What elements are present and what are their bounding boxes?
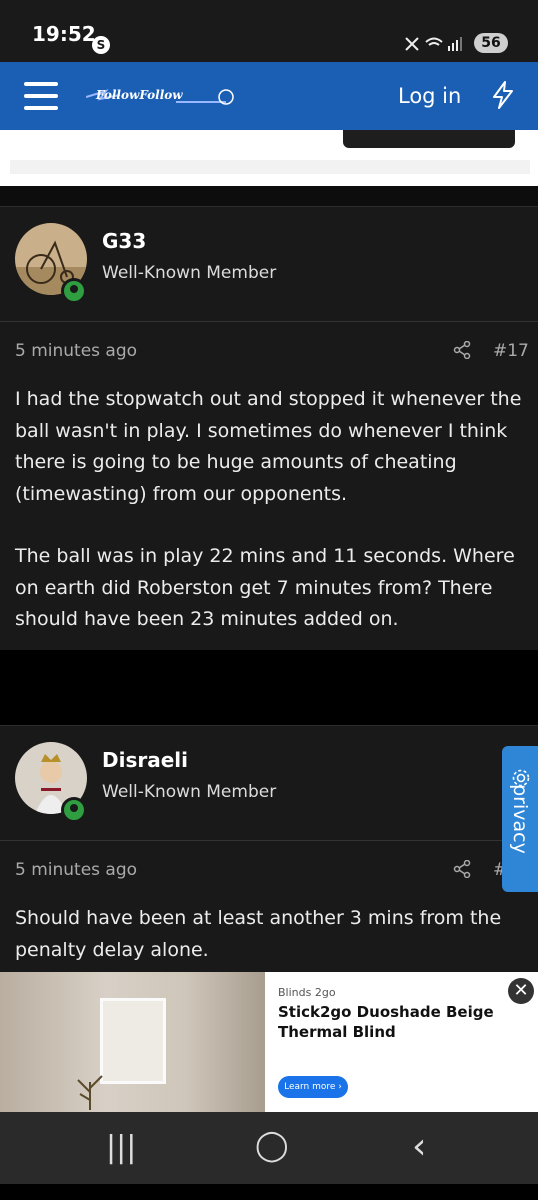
site-header: FollowFollow Log in bbox=[0, 62, 538, 130]
dark-button[interactable] bbox=[343, 130, 515, 148]
post-item: Disraeli Well-Known Member 5 minutes ago… bbox=[0, 725, 538, 977]
username[interactable]: Disraeli bbox=[102, 748, 188, 772]
divider bbox=[0, 186, 538, 206]
ad-title[interactable]: Stick2go Duoshade Beige Thermal Blind bbox=[278, 1002, 528, 1042]
post-item: G33 Well-Known Member 5 minutes ago #17 … bbox=[0, 206, 538, 651]
battery-indicator: 56 bbox=[474, 33, 508, 53]
status-bar: 19:52 S 56 bbox=[0, 0, 538, 62]
online-status-icon bbox=[61, 797, 87, 823]
status-icons bbox=[404, 34, 464, 56]
post-time[interactable]: 5 minutes ago bbox=[15, 860, 137, 880]
status-time: 19:52 bbox=[32, 22, 96, 46]
content-strip bbox=[0, 130, 538, 186]
divider bbox=[0, 650, 538, 725]
advertisement[interactable]: Blinds 2go Stick2go Duoshade Beige Therm… bbox=[0, 972, 538, 1112]
plant-icon bbox=[77, 1075, 103, 1110]
home-icon[interactable]: ◯ bbox=[255, 1128, 289, 1163]
post-paragraph: I had the stopwatch out and stopped it w… bbox=[15, 388, 522, 505]
share-icon[interactable] bbox=[453, 341, 471, 359]
ad-image[interactable] bbox=[0, 972, 265, 1112]
ad-brand[interactable]: Blinds 2go bbox=[278, 986, 336, 999]
meta-divider bbox=[0, 840, 538, 842]
meta-divider bbox=[0, 321, 538, 323]
post-number[interactable]: #17 bbox=[493, 341, 529, 361]
privacy-tab[interactable]: privacy bbox=[502, 746, 538, 892]
online-status-icon bbox=[61, 278, 87, 304]
post-time[interactable]: 5 minutes ago bbox=[15, 341, 137, 361]
ad-learn-more-button[interactable]: Learn more › bbox=[278, 1076, 348, 1098]
user-role: Well-Known Member bbox=[102, 263, 277, 283]
signal-icon bbox=[405, 37, 462, 51]
login-button[interactable]: Log in bbox=[398, 84, 461, 108]
back-icon[interactable]: ‹ bbox=[412, 1126, 426, 1167]
bottom-edge bbox=[0, 1184, 538, 1200]
site-name[interactable]: FollowFollow bbox=[96, 88, 183, 102]
system-navbar: ||| ◯ ‹ bbox=[0, 1112, 538, 1184]
close-icon[interactable]: ✕ bbox=[508, 978, 534, 1004]
user-role: Well-Known Member bbox=[102, 782, 277, 802]
recent-apps-icon[interactable]: ||| bbox=[106, 1130, 136, 1165]
privacy-label[interactable]: privacy bbox=[509, 755, 531, 883]
post-body: I had the stopwatch out and stopped it w… bbox=[15, 384, 525, 636]
faded-row bbox=[10, 160, 530, 174]
menu-icon[interactable] bbox=[24, 82, 58, 110]
post-paragraph: The ball was in play 22 mins and 11 seco… bbox=[15, 545, 515, 630]
app-notification-icon: S bbox=[92, 36, 110, 54]
lightning-icon[interactable] bbox=[490, 80, 516, 110]
post-paragraph: Should have been at least another 3 mins… bbox=[15, 907, 502, 961]
post-body: Should have been at least another 3 mins… bbox=[15, 903, 525, 966]
share-icon[interactable] bbox=[453, 860, 471, 878]
username[interactable]: G33 bbox=[102, 229, 146, 253]
